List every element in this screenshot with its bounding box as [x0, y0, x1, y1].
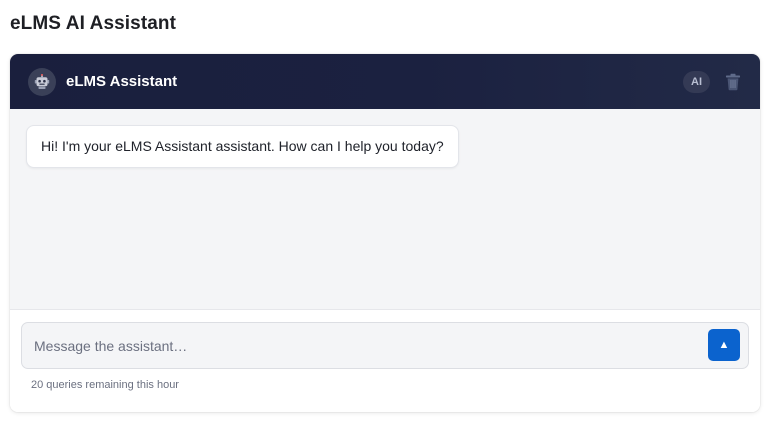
- ai-badge: AI: [683, 70, 710, 93]
- clear-chat-button[interactable]: [724, 72, 742, 92]
- page-title: eLMS AI Assistant: [10, 13, 177, 34]
- chat-widget: eLMS Assistant AI Hi! I'm your eLMS Assi…: [10, 54, 760, 412]
- assistant-name: eLMS Assistant: [66, 73, 178, 90]
- message-input-wrapper: ▲: [21, 322, 749, 369]
- composer: ▲ 20 queries remaining this hour: [10, 309, 760, 412]
- quota-status: 20 queries remaining this hour: [31, 379, 179, 391]
- trash-icon: [726, 73, 740, 90]
- chat-header: eLMS Assistant AI: [10, 54, 760, 109]
- send-button[interactable]: ▲: [708, 329, 740, 361]
- message-input[interactable]: [22, 323, 702, 368]
- send-arrow-icon: ▲: [718, 339, 730, 351]
- robot-icon: [28, 67, 56, 96]
- assistant-message: Hi! I'm your eLMS Assistant assistant. H…: [26, 125, 459, 168]
- message-list[interactable]: Hi! I'm your eLMS Assistant assistant. H…: [10, 109, 760, 309]
